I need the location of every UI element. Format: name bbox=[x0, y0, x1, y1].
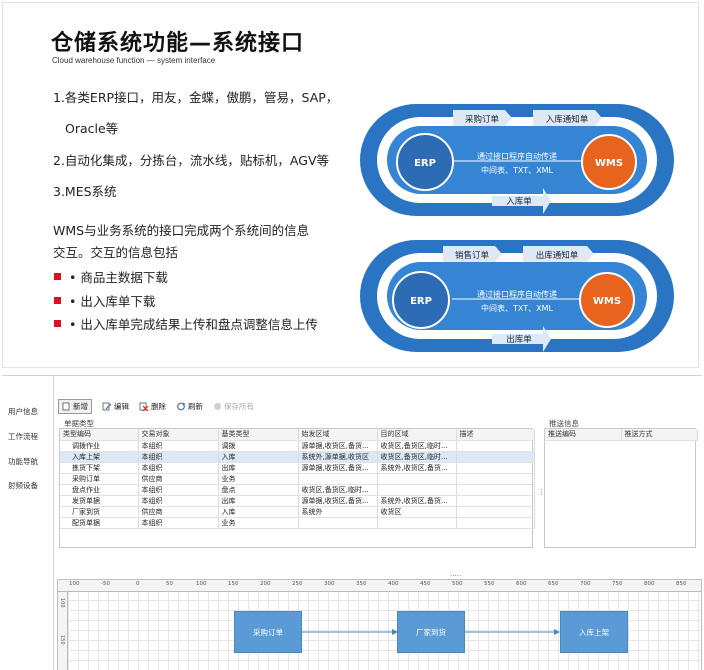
edit-button[interactable]: 编辑 bbox=[102, 401, 129, 412]
table-header-row: 推送编码 推送方式 bbox=[545, 429, 698, 441]
diagram2-top-right: 出库通知单 bbox=[536, 250, 579, 261]
inbound-interface-diagram: 采购订单 入库通知单 入库单 ERP WMS 通过接口程序自动传递 中间表、TX… bbox=[360, 104, 674, 216]
col-header[interactable]: 推送编码 bbox=[545, 429, 622, 441]
red-square-icon bbox=[54, 273, 61, 280]
col-header[interactable]: 推送方式 bbox=[621, 429, 698, 441]
flow-designer-canvas[interactable]: 100 -50 0 50 100 150 200 250 300 350 400… bbox=[57, 579, 702, 670]
delete-button[interactable]: 删除 bbox=[139, 401, 166, 412]
slide-panel: 仓储系统功能—系统接口 Cloud warehouse function — s… bbox=[2, 2, 699, 368]
sidebar-item-rf-device[interactable]: 射频设备 bbox=[8, 480, 38, 491]
col-header[interactable]: 描述 bbox=[456, 429, 535, 441]
slide-bullet-1: • 商品主数据下载 bbox=[54, 267, 168, 286]
table-row[interactable]: 厂家到货 供应商 入库 系统外 收货区 bbox=[60, 506, 535, 518]
diagram1-erp: ERP bbox=[414, 158, 436, 169]
slide-line-1: 1.各类ERP接口，用友，金蝶，傲鹏，管易，SAP， bbox=[53, 90, 339, 105]
diagram2-mid2: 中间表、TXT、XML bbox=[481, 303, 553, 313]
diagram2-wms: WMS bbox=[593, 296, 621, 307]
table-row[interactable]: 调拨作业 本组织 调拨 源单据,收货区,备货... 收货区,备货区,临时... bbox=[60, 440, 535, 452]
table-row[interactable]: 拣货下架 本组织 出库 源单据,收货区,备货... 系统外,收货区,备货... bbox=[60, 462, 535, 474]
col-header[interactable]: 基类类型 bbox=[218, 429, 299, 441]
flow-node-vendor-arrival[interactable]: 厂家到货 bbox=[397, 611, 465, 653]
wms-app-window: 用户信息 工作流程 功能导航 射频设备 新增 编辑 删除 刷新 保存所有 单据类… bbox=[2, 375, 702, 670]
slide-line-4: 3.MES系统 bbox=[53, 184, 117, 199]
diagram1-top-right: 入库通知单 bbox=[546, 114, 589, 125]
delete-icon bbox=[139, 402, 149, 411]
col-header[interactable]: 交易对象 bbox=[138, 429, 219, 441]
sidebar-item-navigation[interactable]: 功能导航 bbox=[8, 456, 38, 467]
diagram2-bottom: 出库单 bbox=[506, 334, 532, 345]
slide-bullet-3: • 出入库单完成结果上传和盘点调整信息上传 bbox=[54, 314, 318, 333]
slide-bullet-2: • 出入库单下载 bbox=[54, 291, 155, 310]
left-sidebar: 用户信息 工作流程 功能导航 射频设备 bbox=[2, 376, 54, 670]
slide-title: 仓储系统功能—系统接口 bbox=[51, 31, 305, 56]
outbound-interface-diagram: 销售订单 出库通知单 出库单 ERP WMS 通过接口程序自动传递 中间表、TX… bbox=[360, 240, 674, 352]
flow-node-putaway[interactable]: 入库上架 bbox=[560, 611, 628, 653]
sidebar-item-user-info[interactable]: 用户信息 bbox=[8, 406, 38, 417]
push-info-table: 推送编码 推送方式 bbox=[545, 429, 698, 441]
edit-icon bbox=[102, 402, 112, 410]
flow-node-purchase-order[interactable]: 采购订单 bbox=[234, 611, 302, 653]
diagram1-top-left: 采购订单 bbox=[465, 114, 500, 125]
table-row-selected[interactable]: 入库上架 本组织 入库 系统外,源单据,收货区 收货区,备货区,临时... bbox=[60, 451, 535, 463]
red-square-icon bbox=[54, 297, 61, 304]
col-header[interactable]: 目的区域 bbox=[377, 429, 457, 441]
table-row[interactable]: 盘点作业 本组织 盘点 收货区,备货区,临时... bbox=[60, 484, 535, 496]
save-all-button[interactable]: 保存所有 bbox=[213, 401, 254, 412]
table-row[interactable]: 采购订单 供应商 业务 bbox=[60, 473, 535, 485]
diagram1-mid2: 中间表、TXT、XML bbox=[481, 165, 553, 175]
sidebar-item-workflow[interactable]: 工作流程 bbox=[8, 431, 38, 442]
diagram1-mid1: 通过接口程序自动传递 bbox=[477, 151, 557, 161]
new-doc-icon bbox=[62, 402, 70, 410]
slide-line-6: 交互。交互的信息包括 bbox=[53, 245, 179, 260]
business-type-table: 类型编码 交易对象 基类类型 始发区域 目的区域 描述 调拨作业 本组织 调拨 源单据… bbox=[60, 429, 535, 529]
table-header-row: 类型编码 交易对象 基类类型 始发区域 目的区域 描述 bbox=[60, 429, 535, 441]
slide-line-5: WMS与业务系统的接口完成两个系统间的信息 bbox=[53, 223, 310, 238]
slide-line-3: 2.自动化集成，分拣台，流水线，贴标机，AGV等 bbox=[53, 153, 329, 168]
table-row[interactable]: 发货单据 本组织 出库 源单据,收货区,备货... 系统外,收货区,备货... bbox=[60, 495, 535, 507]
table-row[interactable]: 配货单据 本组织 业务 bbox=[60, 517, 535, 529]
save-all-icon bbox=[214, 402, 221, 410]
red-square-icon bbox=[54, 320, 61, 327]
diagram1-wms: WMS bbox=[595, 158, 623, 169]
diagram2-mid1: 通过接口程序自动传递 bbox=[477, 289, 557, 299]
slide-line-2: Oracle等 bbox=[65, 121, 119, 136]
col-header[interactable]: 始发区域 bbox=[298, 429, 378, 441]
col-header[interactable]: 类型编码 bbox=[60, 429, 139, 441]
diagram2-erp: ERP bbox=[410, 296, 432, 307]
refresh-button[interactable]: 刷新 bbox=[176, 401, 203, 412]
toolbar: 新增 编辑 删除 刷新 保存所有 bbox=[58, 398, 264, 414]
slide-subtitle: Cloud warehouse function — system interf… bbox=[52, 56, 216, 65]
diagram1-bottom: 入库单 bbox=[506, 196, 532, 207]
new-button[interactable]: 新增 bbox=[58, 398, 92, 414]
refresh-icon bbox=[177, 402, 186, 410]
push-info-grid: 推送编码 推送方式 bbox=[544, 428, 698, 548]
business-type-grid: 类型编码 交易对象 基类类型 始发区域 目的区域 描述 调拨作业 本组织 调拨 源单据… bbox=[59, 428, 535, 548]
diagram2-top-left: 销售订单 bbox=[455, 250, 490, 261]
